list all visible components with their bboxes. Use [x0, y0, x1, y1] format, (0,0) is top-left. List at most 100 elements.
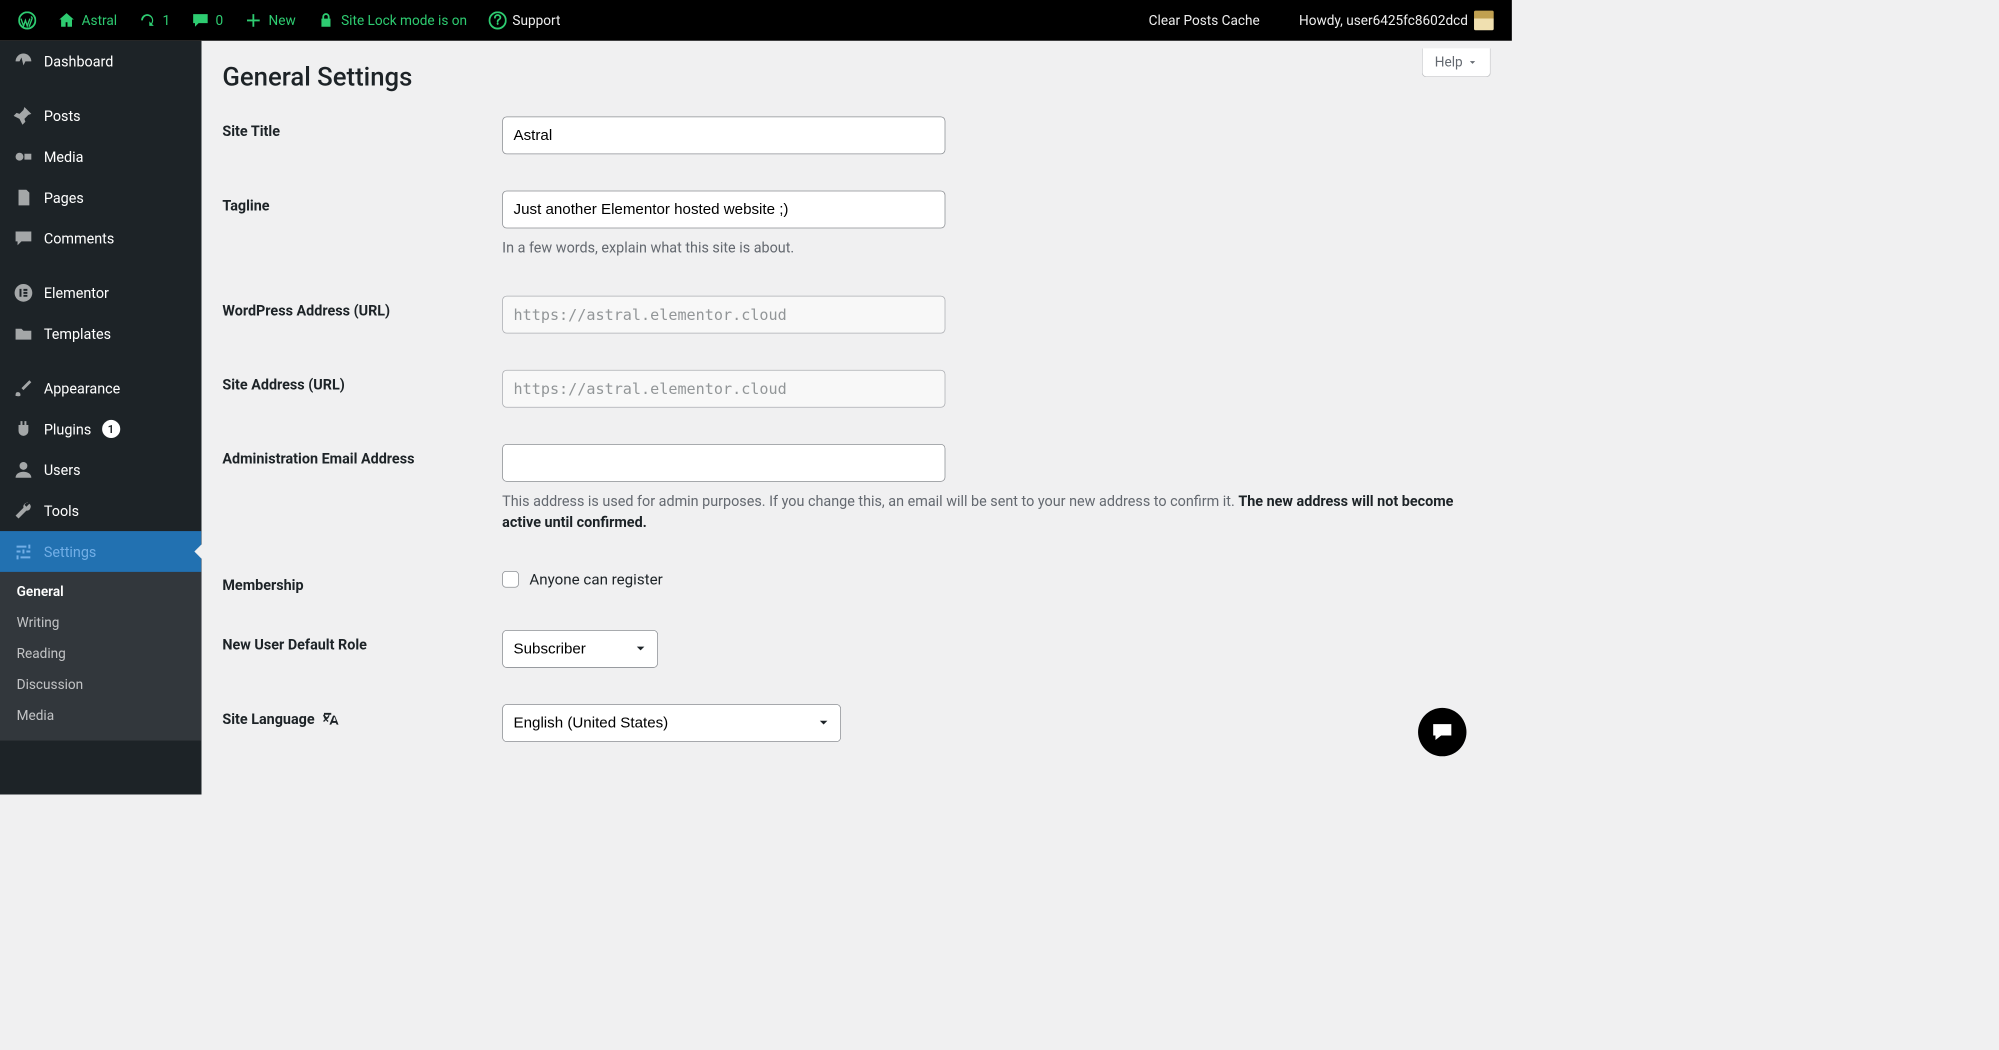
membership-checkbox-text: Anyone can register	[529, 570, 662, 588]
support-label: Support	[512, 12, 560, 28]
brush-icon	[14, 378, 34, 398]
submenu-label: Media	[17, 708, 55, 724]
sliders-icon	[14, 542, 34, 562]
label-wp-address: WordPress Address (URL)	[222, 295, 502, 333]
submenu-item-media[interactable]: Media	[0, 700, 201, 731]
sidebar-item-label: Comments	[44, 230, 114, 247]
sidebar-item-appearance[interactable]: Appearance	[0, 368, 201, 409]
submenu-item-reading[interactable]: Reading	[0, 638, 201, 669]
submenu-label: General	[17, 584, 64, 600]
row-wp-address: WordPress Address (URL)	[222, 295, 1490, 333]
updates-link[interactable]: 1	[129, 0, 179, 41]
tagline-description: In a few words, explain what this site i…	[502, 237, 1490, 259]
page-title: General Settings	[222, 62, 1490, 92]
sidebar-item-elementor[interactable]: Elementor	[0, 272, 201, 313]
admin-email-description: This address is used for admin purposes.…	[502, 490, 1490, 533]
new-label: New	[269, 12, 296, 28]
membership-checkbox-label[interactable]: Anyone can register	[502, 570, 1490, 588]
howdy-label: Howdy, user6425fc8602dcd	[1299, 12, 1468, 28]
home-icon	[57, 11, 75, 29]
submenu-label: Reading	[17, 646, 66, 662]
sidebar-item-label: Appearance	[44, 379, 120, 396]
plus-icon	[244, 11, 262, 29]
sidebar-item-media[interactable]: Media	[0, 136, 201, 177]
site-name-link[interactable]: Astral	[48, 0, 126, 41]
wrench-icon	[14, 501, 34, 521]
clear-cache-label: Clear Posts Cache	[1149, 12, 1260, 28]
plugin-icon	[14, 419, 34, 439]
site-lock-link[interactable]: Site Lock mode is on	[308, 0, 476, 41]
site-lock-label: Site Lock mode is on	[341, 12, 467, 28]
submenu-item-general[interactable]: General	[0, 576, 201, 607]
default-role-select[interactable]: Subscriber	[502, 630, 658, 668]
new-content-link[interactable]: New	[235, 0, 305, 41]
clear-cache-link[interactable]: Clear Posts Cache	[1140, 0, 1269, 41]
sidebar-item-templates[interactable]: Templates	[0, 313, 201, 354]
row-tagline: Tagline In a few words, explain what thi…	[222, 191, 1490, 259]
sidebar-item-users[interactable]: Users	[0, 449, 201, 490]
site-language-select[interactable]: English (United States)	[502, 704, 841, 742]
sidebar-item-label: Tools	[44, 502, 79, 519]
sidebar-item-label: Plugins	[44, 420, 91, 437]
submenu-item-discussion[interactable]: Discussion	[0, 669, 201, 700]
sidebar-item-comments[interactable]: Comments	[0, 218, 201, 259]
sidebar-item-pages[interactable]: Pages	[0, 177, 201, 218]
main-content: Help General Settings Site Title Tagline…	[201, 41, 1512, 794]
submenu-item-writing[interactable]: Writing	[0, 607, 201, 638]
sidebar-item-plugins[interactable]: Plugins 1	[0, 408, 201, 449]
help-circle-icon	[488, 11, 506, 29]
sidebar-item-label: Users	[44, 461, 81, 478]
membership-checkbox[interactable]	[502, 571, 519, 588]
site-name-text: Astral	[82, 12, 117, 28]
chat-widget-button[interactable]	[1418, 708, 1466, 756]
wp-address-input	[502, 295, 945, 333]
row-admin-email: Administration Email Address This addres…	[222, 444, 1490, 534]
settings-submenu: General Writing Reading Discussion Media	[0, 572, 201, 741]
site-language-label-text: Site Language	[222, 710, 314, 727]
wordpress-logo-icon	[18, 11, 36, 29]
update-icon	[138, 11, 156, 29]
dashboard-icon	[14, 51, 34, 71]
site-address-input	[502, 369, 945, 407]
comment-icon	[191, 11, 209, 29]
site-title-input[interactable]	[502, 116, 945, 154]
settings-form: Site Title Tagline In a few words, expla…	[222, 116, 1490, 741]
sidebar-item-tools[interactable]: Tools	[0, 490, 201, 531]
sidebar-item-label: Dashboard	[44, 53, 114, 70]
label-admin-email: Administration Email Address	[222, 444, 502, 534]
sidebar-item-label: Templates	[44, 325, 111, 342]
wp-logo-link[interactable]	[9, 0, 45, 41]
lock-icon	[317, 11, 335, 29]
admin-email-input[interactable]	[502, 444, 945, 482]
media-icon	[14, 147, 34, 167]
sidebar-item-label: Elementor	[44, 284, 109, 301]
row-default-role: New User Default Role Subscriber	[222, 630, 1490, 668]
pages-icon	[14, 188, 34, 208]
help-tab-button[interactable]: Help	[1422, 48, 1491, 77]
admin-email-desc-a: This address is used for admin purposes.…	[502, 492, 1238, 509]
support-link[interactable]: Support	[479, 0, 569, 41]
row-site-language: Site Language English (United States)	[222, 704, 1490, 742]
label-site-language: Site Language	[222, 704, 502, 742]
sidebar-item-dashboard[interactable]: Dashboard	[0, 41, 201, 82]
sidebar-item-label: Media	[44, 148, 84, 165]
submenu-label: Discussion	[17, 677, 84, 693]
user-account-link[interactable]: Howdy, user6425fc8602dcd	[1290, 0, 1503, 41]
top-admin-bar: Astral 1 0 New Site Lock mode is on Supp…	[0, 0, 1512, 41]
sidebar-item-settings[interactable]: Settings	[0, 531, 201, 572]
label-membership: Membership	[222, 570, 502, 593]
sidebar-item-label: Posts	[44, 107, 81, 124]
label-tagline: Tagline	[222, 191, 502, 259]
plugin-badge: 1	[102, 420, 120, 438]
label-site-title: Site Title	[222, 116, 502, 154]
tagline-input[interactable]	[502, 191, 945, 229]
sidebar-item-posts[interactable]: Posts	[0, 95, 201, 136]
row-site-title: Site Title	[222, 116, 1490, 154]
folder-icon	[14, 324, 34, 344]
row-membership: Membership Anyone can register	[222, 570, 1490, 593]
comments-link[interactable]: 0	[182, 0, 232, 41]
submenu-label: Writing	[17, 615, 60, 631]
updates-count: 1	[162, 12, 170, 28]
chevron-down-icon	[1467, 57, 1478, 68]
comments-count: 0	[216, 12, 224, 28]
